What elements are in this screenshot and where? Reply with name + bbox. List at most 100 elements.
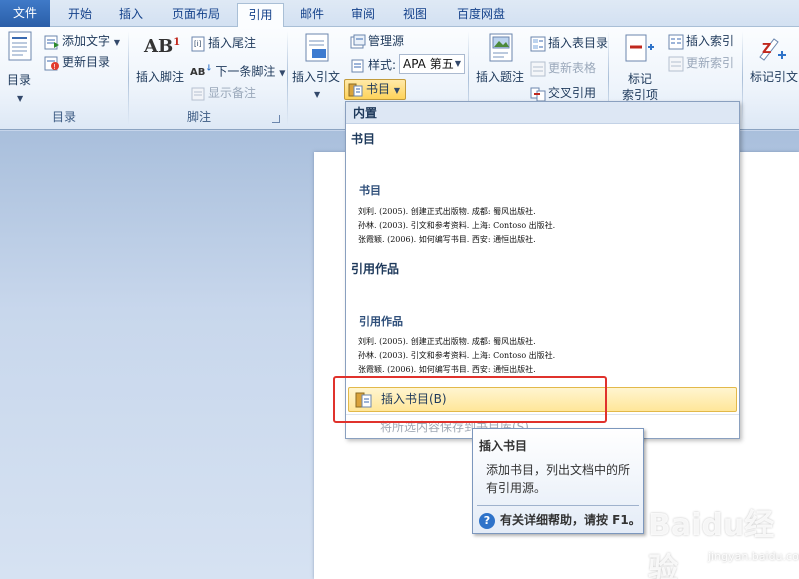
chevron-down-icon: ▼ (17, 94, 24, 103)
tab-home[interactable]: 开始 (58, 3, 102, 27)
style-label-text: 样式: (368, 58, 397, 72)
tab-view[interactable]: 视图 (392, 3, 438, 27)
preview-heading: 书目 (359, 184, 381, 197)
cross-reference-label: 交叉引用 (548, 86, 597, 100)
highlight-annotation-box (333, 376, 607, 423)
gallery-item-title-bibliography: 书目 (351, 132, 376, 146)
bibliography-label: 书目 (366, 82, 391, 96)
next-footnote-button[interactable]: AB↓ 下一条脚注 ▼ (190, 60, 285, 81)
preview-heading: 引用作品 (359, 315, 403, 328)
endnote-icon: [i] (191, 36, 205, 51)
tab-review[interactable]: 审阅 (340, 3, 386, 27)
insert-caption-label: 插入题注 (476, 70, 525, 84)
preview-line: 刘利. (2005). 创建正式出版物. 成都: 蜀风出版社. (358, 207, 536, 216)
insert-footnote-label: 插入脚注 (136, 70, 185, 84)
group-separator (287, 31, 288, 125)
gallery-item-works-cited[interactable]: 引用作品 刘利. (2005). 创建正式出版物. 成都: 蜀风出版社. 孙林.… (347, 278, 738, 382)
insert-caption-icon (489, 33, 513, 62)
dropdown-section-header: 内置 (346, 102, 739, 124)
tooltip-help-text: 有关详细帮助，请按 F1。 (500, 513, 641, 527)
mark-citation-icon: Z (759, 38, 786, 61)
chevron-down-icon: ▼ (113, 38, 120, 47)
insert-index-button[interactable]: 插入索引 (668, 33, 734, 50)
cross-reference-button[interactable]: 交叉引用 (530, 85, 596, 102)
watermark-url: jingyan.baidu.com (708, 550, 799, 563)
update-toc-icon: ! (44, 56, 59, 71)
tab-insert[interactable]: 插入 (108, 3, 154, 27)
next-footnote-label: 下一条脚注 (215, 64, 276, 79)
insert-endnote-label: 插入尾注 (208, 36, 257, 50)
tab-file[interactable]: 文件 (0, 0, 50, 27)
show-notes-label: 显示备注 (208, 86, 257, 100)
show-notes-icon (191, 87, 205, 100)
mark-entry-label-line1: 标记 (628, 72, 653, 86)
chevron-down-icon: ▼ (454, 59, 461, 68)
add-text-label: 添加文字 (62, 34, 111, 48)
update-toc-label: 更新目录 (62, 55, 111, 69)
insert-caption-button[interactable]: 插入题注 (474, 33, 528, 99)
baidu-jingyan-watermark: Baidu经验 jingyan.baidu.com (648, 500, 799, 579)
mark-citation-button[interactable]: Z 标记引文 (748, 33, 799, 99)
update-index-icon (668, 56, 684, 71)
bibliography-button[interactable]: 书目 ▼ (344, 79, 406, 100)
insert-citation-button[interactable]: 插入引文 ▼ (292, 33, 346, 103)
tab-page-layout[interactable]: 页面布局 (160, 3, 232, 27)
svg-text:!: ! (53, 63, 56, 71)
update-table-button[interactable]: 更新表格 (530, 60, 596, 77)
group-separator (742, 31, 743, 125)
footnotes-dialog-launcher[interactable] (272, 115, 280, 123)
bibliography-icon (348, 83, 363, 96)
update-toc-button[interactable]: ! 更新目录 (44, 54, 110, 71)
gallery-item-title-works-cited: 引用作品 (351, 262, 400, 276)
show-notes-button[interactable]: 显示备注 (190, 85, 256, 102)
insert-endnote-button[interactable]: [i] 插入尾注 (190, 35, 256, 52)
footnotes-group-label: 脚注 (186, 110, 211, 124)
toc-button-label: 目录 (7, 73, 32, 87)
table-of-figures-icon (530, 36, 546, 51)
tooltip-title: 插入书目 (479, 439, 528, 453)
mark-entry-button[interactable]: 标记 索引项 (614, 33, 664, 105)
help-icon: ? (479, 512, 495, 529)
manage-sources-button[interactable]: 管理源 (350, 33, 404, 50)
gallery-item-bibliography[interactable]: 书目 刘利. (2005). 创建正式出版物. 成都: 蜀风出版社. 孙林. (… (347, 148, 738, 254)
insert-index-icon (668, 34, 684, 49)
insert-index-label: 插入索引 (686, 34, 735, 48)
manage-sources-icon (350, 34, 366, 48)
next-footnote-icon: AB↓ (190, 63, 213, 79)
tab-mailings[interactable]: 邮件 (290, 3, 334, 27)
insert-table-of-figures-button[interactable]: 插入表目录 (530, 35, 608, 52)
footnote-ab-icon: AB1 (144, 36, 181, 57)
svg-text:Z: Z (762, 42, 771, 57)
tab-references[interactable]: 引用 (237, 3, 284, 28)
add-text-icon (44, 35, 59, 49)
preview-line: 孙林. (2003). 引文和参考资料. 上海: Contoso 出版社. (358, 221, 556, 230)
preview-line: 刘利. (2005). 创建正式出版物. 成都: 蜀风出版社. (358, 337, 536, 346)
style-select-value: APA 第五 (403, 57, 454, 71)
tab-baidu-netdisk[interactable]: 百度网盘 (446, 3, 516, 27)
ribbon-tab-bar: 文件 开始 插入 页面布局 引用 邮件 审阅 视图 百度网盘 (0, 0, 799, 28)
style-select[interactable]: APA 第五 ▼ (399, 54, 465, 74)
style-label: 样式: (350, 57, 396, 74)
tooltip-help: ? 有关详细帮助，请按 F1。 (479, 511, 641, 529)
tooltip: 插入书目 添加书目，列出文档中的所有引用源。 ? 有关详细帮助，请按 F1。 (472, 428, 644, 534)
mark-entry-icon (625, 34, 654, 62)
insert-footnote-button[interactable]: AB1 插入脚注 (134, 35, 186, 95)
preview-line: 张霞颖. (2006). 如何编写书目. 西安: 通恒出版社. (358, 365, 536, 374)
toc-button[interactable]: 目录 ▼ (4, 31, 36, 103)
style-icon (351, 59, 364, 72)
toc-group-label: 目录 (51, 110, 76, 124)
add-text-button[interactable]: 添加文字 ▼ (44, 33, 120, 51)
chevron-down-icon: ▼ (279, 68, 286, 78)
cross-reference-icon (530, 87, 546, 101)
watermark-main-text: Baidu经验 (648, 508, 775, 579)
chevron-down-icon: ▼ (393, 86, 400, 95)
insert-table-of-figures-label: 插入表目录 (548, 36, 609, 50)
chevron-down-icon: ▼ (314, 90, 321, 99)
preview-line: 孙林. (2003). 引文和参考资料. 上海: Contoso 出版社. (358, 351, 556, 360)
update-index-label: 更新索引 (686, 56, 735, 70)
mark-citation-label: 标记引文 (750, 70, 799, 84)
manage-sources-label: 管理源 (368, 34, 405, 48)
update-index-button[interactable]: 更新索引 (668, 55, 734, 72)
tooltip-description: 添加书目，列出文档中的所有引用源。 (486, 463, 631, 495)
preview-line: 张霞颖. (2006). 如何编写书目. 西安: 通恒出版社. (358, 235, 536, 244)
